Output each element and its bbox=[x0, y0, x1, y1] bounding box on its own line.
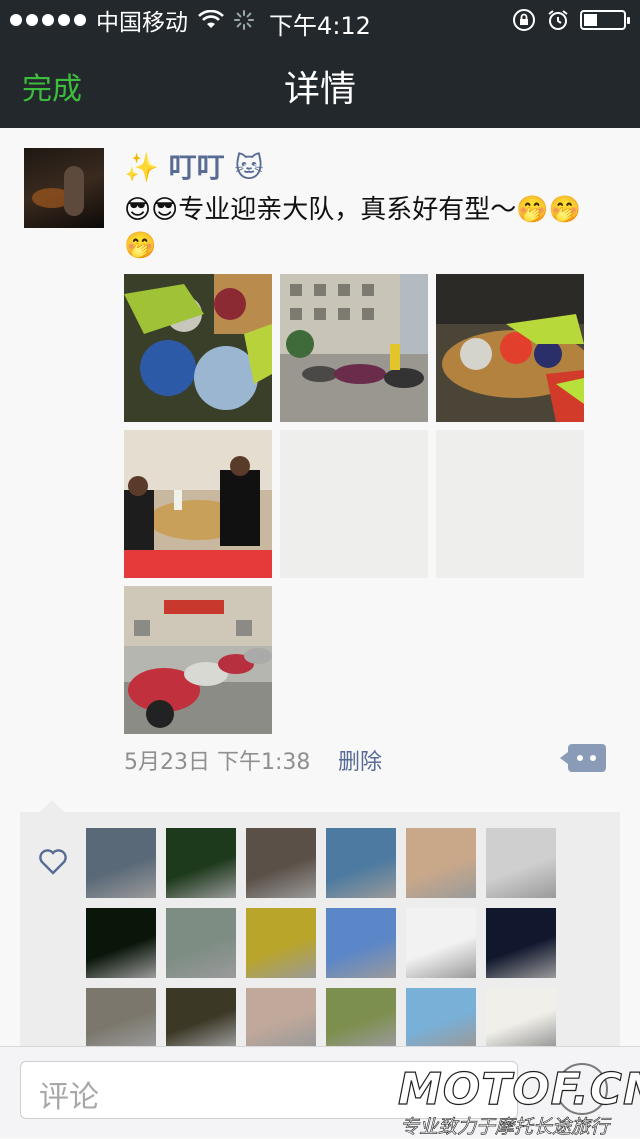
watermark-logo: MOTOF.CN bbox=[397, 1063, 640, 1115]
watermark-tagline: 专业致力于摩托长途旅行 bbox=[400, 1116, 610, 1139]
liker-avatar[interactable] bbox=[246, 908, 316, 978]
liker-avatar[interactable] bbox=[406, 908, 476, 978]
liker-avatar[interactable] bbox=[326, 828, 396, 898]
liker-avatar[interactable] bbox=[166, 908, 236, 978]
comment-placeholder: 评论 bbox=[39, 1080, 99, 1115]
liker-avatar[interactable] bbox=[246, 988, 316, 1046]
page-title: 详情 bbox=[283, 69, 356, 110]
heart-icon bbox=[39, 849, 67, 875]
liker-avatar[interactable] bbox=[486, 908, 556, 978]
comment-options-button[interactable] bbox=[560, 744, 606, 772]
liker-avatar[interactable] bbox=[86, 828, 156, 898]
rotation-lock-icon bbox=[513, 9, 535, 31]
liker-avatar[interactable] bbox=[86, 908, 156, 978]
delete-link[interactable]: 删除 bbox=[338, 744, 382, 776]
status-bar: 中国移动 下午4:12 bbox=[0, 0, 640, 40]
poster-avatar[interactable] bbox=[24, 148, 104, 228]
battery-icon bbox=[580, 10, 630, 30]
alarm-icon bbox=[548, 10, 568, 30]
post-timestamp: 5月23日 下午1:38 bbox=[124, 750, 311, 775]
liker-avatar[interactable] bbox=[246, 828, 316, 898]
street-bikes-photo[interactable] bbox=[280, 274, 428, 422]
liker-avatar[interactable] bbox=[326, 988, 396, 1046]
liker-avatar[interactable] bbox=[486, 988, 556, 1046]
blank-photo-1[interactable] bbox=[280, 430, 428, 578]
liker-avatar[interactable] bbox=[86, 988, 156, 1046]
likes-arrow bbox=[40, 800, 64, 812]
blank-photo-2[interactable] bbox=[436, 430, 584, 578]
parked-bikes-photo[interactable] bbox=[124, 586, 272, 734]
restaurant-table-photo[interactable] bbox=[124, 430, 272, 578]
liker-avatar[interactable] bbox=[166, 988, 236, 1046]
workshop-helmets-photo[interactable] bbox=[436, 274, 584, 422]
liker-avatar[interactable] bbox=[406, 988, 476, 1046]
navigation-bar: 完成 详情 bbox=[0, 40, 640, 128]
post-text: 😎😎专业迎亲大队，真系好有型～🤭🤭🤭 bbox=[124, 195, 581, 261]
poster-username[interactable]: ✨ 叮叮 🐱 bbox=[124, 146, 264, 186]
liker-avatar[interactable] bbox=[166, 828, 236, 898]
helmets-photo[interactable] bbox=[124, 274, 272, 422]
liker-avatar[interactable] bbox=[326, 908, 396, 978]
watermark: MOTOF.CN 专业致力于摩托长途旅行 bbox=[397, 1063, 640, 1138]
liker-avatar[interactable] bbox=[486, 828, 556, 898]
liker-avatar[interactable] bbox=[406, 828, 476, 898]
